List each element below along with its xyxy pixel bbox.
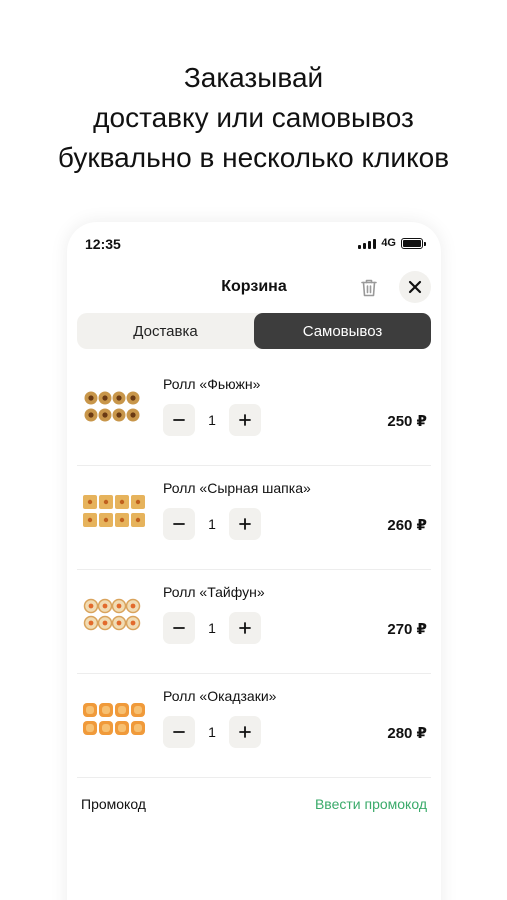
decrease-button[interactable] — [163, 404, 195, 436]
quantity-stepper: 1 — [163, 508, 261, 540]
promo-code-row: Промокод Ввести промокод — [81, 789, 427, 819]
item-name: Ролл «Фьюжн» — [163, 376, 261, 392]
increase-button[interactable] — [229, 716, 261, 748]
page-title: Корзина — [221, 278, 287, 295]
increase-button[interactable] — [229, 508, 261, 540]
close-button[interactable] — [399, 271, 431, 303]
decrease-button[interactable] — [163, 508, 195, 540]
battery-icon — [401, 237, 426, 249]
promo-heading-line: Заказывай — [183, 62, 324, 93]
cart-items: Ролл «Фьюжн» 1 250 ₽ Ролл «Сырная шапка»… — [67, 362, 441, 778]
item-name: Ролл «Окадзаки» — [163, 688, 277, 704]
quantity-stepper: 1 — [163, 404, 261, 436]
roll-image-cheese-cap — [83, 495, 145, 527]
status-time: 12:35 — [85, 236, 121, 252]
quantity-value: 1 — [208, 516, 216, 532]
roll-image-fusion — [84, 391, 140, 422]
decrease-button[interactable] — [163, 716, 195, 748]
tab-delivery[interactable]: Доставка — [77, 313, 254, 349]
phone-frame: 12:35 4G Корзина Доставка Самовывоз Ролл… — [67, 222, 441, 900]
item-name: Ролл «Тайфун» — [163, 584, 265, 600]
signal-icon — [358, 238, 377, 249]
promo-heading: Заказывай доставку или самовывоз букваль… — [0, 58, 507, 178]
delivery-mode-switch: Доставка Самовывоз — [77, 313, 431, 349]
promo-heading-line: буквально в несколько кликов — [57, 142, 450, 173]
minus-icon — [173, 731, 185, 733]
minus-icon — [173, 419, 185, 421]
item-price: 270 ₽ — [387, 621, 427, 638]
enter-promo-code-link[interactable]: Ввести промокод — [315, 796, 427, 812]
minus-icon — [173, 523, 185, 525]
quantity-value: 1 — [208, 412, 216, 428]
increase-button[interactable] — [229, 612, 261, 644]
quantity-stepper: 1 — [163, 716, 261, 748]
plus-icon — [239, 622, 251, 634]
plus-icon — [239, 414, 251, 426]
status-bar: 12:35 4G — [67, 222, 441, 266]
cart-item: Ролл «Окадзаки» 1 280 ₽ — [77, 674, 431, 778]
cart-item: Ролл «Фьюжн» 1 250 ₽ — [77, 362, 431, 466]
plus-icon — [239, 518, 251, 530]
quantity-value: 1 — [208, 724, 216, 740]
plus-icon — [239, 726, 251, 738]
quantity-value: 1 — [208, 620, 216, 636]
status-indicators: 4G — [358, 237, 426, 249]
roll-image-okadzaki — [83, 703, 145, 735]
promo-code-label: Промокод — [81, 796, 146, 812]
roll-image-typhoon — [83, 598, 141, 631]
trash-icon[interactable] — [357, 276, 381, 300]
item-price: 260 ₽ — [387, 517, 427, 534]
item-price: 250 ₽ — [387, 413, 427, 430]
item-price: 280 ₽ — [387, 725, 427, 742]
cart-header: Корзина — [67, 268, 441, 308]
promo-heading-line: доставку или самовывоз — [93, 102, 414, 133]
network-label: 4G — [381, 237, 396, 249]
decrease-button[interactable] — [163, 612, 195, 644]
increase-button[interactable] — [229, 404, 261, 436]
close-icon — [408, 280, 422, 294]
item-name: Ролл «Сырная шапка» — [163, 480, 311, 496]
cart-item: Ролл «Тайфун» 1 270 ₽ — [77, 570, 431, 674]
quantity-stepper: 1 — [163, 612, 261, 644]
tab-pickup[interactable]: Самовывоз — [254, 313, 431, 349]
minus-icon — [173, 627, 185, 629]
cart-item: Ролл «Сырная шапка» 1 260 ₽ — [77, 466, 431, 570]
